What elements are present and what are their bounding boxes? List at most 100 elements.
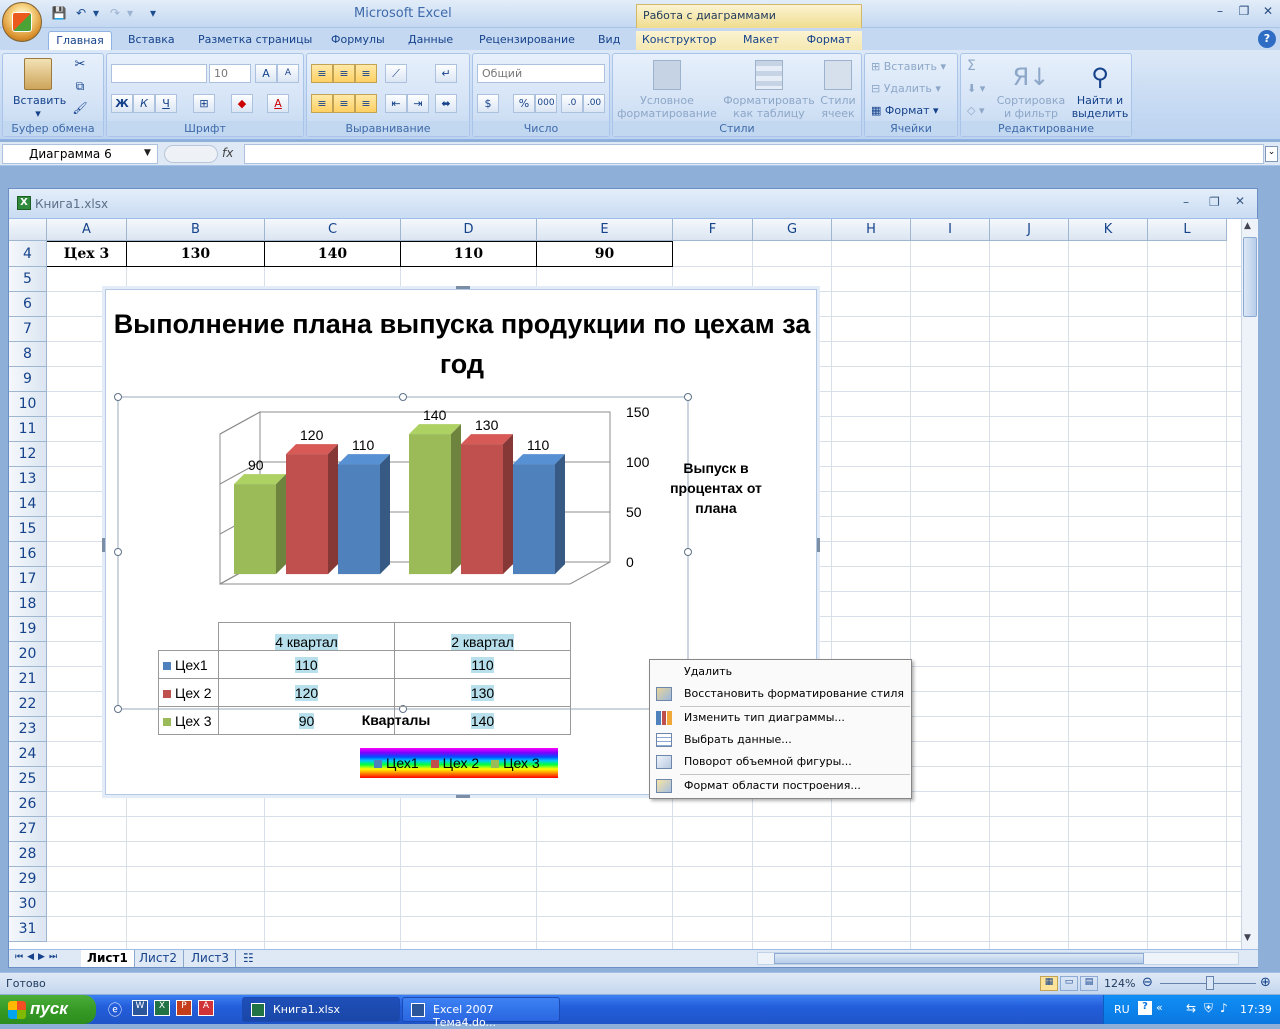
restore-icon[interactable]: ❐	[1232, 4, 1256, 20]
tab-insert[interactable]: Вставка	[122, 31, 181, 50]
column-header-h[interactable]: H	[832, 219, 911, 241]
network-icon[interactable]: ⇆	[1186, 1001, 1196, 1015]
underline-button[interactable]: Ч	[155, 94, 177, 113]
data-label[interactable]: 90	[248, 457, 264, 473]
expand-formula-icon[interactable]: ⌄	[1265, 146, 1278, 162]
chart-resize-left[interactable]	[102, 538, 105, 552]
y-tick-label[interactable]: 150	[626, 404, 650, 420]
y-tick-label[interactable]: 0	[626, 554, 634, 570]
vertical-scrollbar[interactable]: ▲ ▼	[1241, 219, 1258, 949]
paste-button[interactable]: Вставить ▾	[13, 58, 66, 120]
align-top-icon[interactable]: ≡	[311, 64, 333, 83]
row-header-31[interactable]: 31	[9, 917, 47, 942]
bar-side-2-1[interactable]	[451, 424, 461, 575]
row-header-9[interactable]: 9	[9, 367, 47, 392]
wb-restore-icon[interactable]: ❐	[1209, 195, 1220, 209]
sort-filter-button[interactable]: Я↓ Сортировка и фильтр	[995, 60, 1067, 120]
column-header-a[interactable]: A	[47, 219, 127, 241]
cell-a4[interactable]: Цех 3	[47, 241, 127, 267]
tab-layout[interactable]: Макет	[726, 31, 796, 50]
format-cells-button[interactable]: ▦ Формат ▾	[871, 104, 939, 117]
row-header-29[interactable]: 29	[9, 867, 47, 892]
y-tick-label[interactable]: 50	[626, 504, 642, 520]
menu-delete[interactable]: Удалить	[650, 661, 911, 683]
scroll-down-icon[interactable]: ▼	[1244, 933, 1251, 943]
select-all-corner[interactable]	[9, 219, 47, 241]
italic-button[interactable]: К	[133, 94, 155, 113]
sheet-tab-3[interactable]: Лист3	[185, 950, 237, 967]
row-header-5[interactable]: 5	[9, 267, 47, 292]
taskbar-item-book1[interactable]: Книга1.xlsx	[242, 997, 400, 1022]
decrease-decimal-icon[interactable]: .00	[583, 94, 605, 113]
cut-icon[interactable]: ✂	[71, 58, 89, 71]
redo-dropdown-icon[interactable]: ▾	[124, 5, 136, 21]
clear-icon[interactable]: ◇ ▾	[967, 104, 984, 117]
column-header-g[interactable]: G	[753, 219, 832, 241]
bold-button[interactable]: Ж	[111, 94, 133, 113]
bar-side-2-0[interactable]	[276, 474, 286, 575]
column-header-e[interactable]: E	[537, 219, 673, 241]
plot-area-handle[interactable]	[114, 705, 122, 713]
data-label[interactable]: 120	[300, 427, 324, 443]
plot-area-handle[interactable]	[684, 393, 692, 401]
tray-arrow-icon[interactable]: «	[1156, 1001, 1163, 1014]
taskbar-item-word-doc[interactable]: Excel 2007 Тема4.do...	[402, 997, 560, 1029]
worksheet-grid[interactable]: ABCDEFGHIJKL 4 5 6 7 8 9 10 11 12 13 14 15 16 17 18 19 2…	[9, 219, 1241, 949]
menu-change-chart-type[interactable]: Изменить тип диаграммы...	[650, 707, 911, 729]
normal-view-icon[interactable]: ▦	[1040, 976, 1058, 991]
undo-dropdown-icon[interactable]: ▾	[90, 5, 102, 21]
row-header-17[interactable]: 17	[9, 567, 47, 592]
column-header-j[interactable]: J	[990, 219, 1069, 241]
plot-area-handle[interactable]	[684, 548, 692, 556]
row-header-12[interactable]: 12	[9, 442, 47, 467]
conditional-format-button[interactable]: Условное форматирование	[617, 60, 717, 120]
language-indicator[interactable]: RU	[1114, 1003, 1130, 1016]
tab-review[interactable]: Рецензирование	[473, 31, 581, 50]
row-header-22[interactable]: 22	[9, 692, 47, 717]
bar-0-0[interactable]	[338, 464, 380, 575]
row-header-18[interactable]: 18	[9, 592, 47, 617]
sheet-tab-2[interactable]: Лист2	[133, 950, 185, 967]
row-header-30[interactable]: 30	[9, 892, 47, 917]
increase-decimal-icon[interactable]: .0	[561, 94, 583, 113]
orientation-icon[interactable]: ⟋	[385, 64, 407, 83]
data-label[interactable]: 130	[475, 417, 499, 433]
security-icon[interactable]: ⛨	[1204, 1001, 1213, 1016]
menu-select-data[interactable]: Выбрать данные...	[650, 729, 911, 751]
row-header-15[interactable]: 15	[9, 517, 47, 542]
column-header-k[interactable]: K	[1069, 219, 1148, 241]
chart-data-table[interactable]: 4 квартал 2 квартал Цех1 110 110 Цех 2 120 130 Ц…	[158, 622, 571, 735]
save-icon[interactable]: 💾	[50, 5, 68, 21]
hscroll-thumb[interactable]	[774, 953, 1144, 964]
name-box-dropdown-icon[interactable]: ▼	[144, 148, 151, 158]
row-header-26[interactable]: 26	[9, 792, 47, 817]
column-header-b[interactable]: B	[127, 219, 265, 241]
cell-e4[interactable]: 90	[537, 241, 673, 267]
align-left-icon[interactable]: ≡	[311, 94, 333, 113]
row-header-7[interactable]: 7	[9, 317, 47, 342]
bar-0-1[interactable]	[513, 464, 555, 575]
zoom-in-icon[interactable]: ⊕	[1260, 975, 1271, 990]
row-header-27[interactable]: 27	[9, 817, 47, 842]
row-header-16[interactable]: 16	[9, 542, 47, 567]
column-header-d[interactable]: D	[401, 219, 537, 241]
row-header-10[interactable]: 10	[9, 392, 47, 417]
legend-entry-2[interactable]: Цех 3	[491, 755, 540, 771]
insert-sheet-icon[interactable]: ☷	[237, 950, 260, 967]
row-header-23[interactable]: 23	[9, 717, 47, 742]
font-color-icon[interactable]: A	[267, 94, 289, 113]
plot-area-handle[interactable]	[114, 393, 122, 401]
shrink-font-icon[interactable]: A	[277, 64, 299, 83]
menu-3d-rotation[interactable]: Поворот объемной фигуры...	[650, 751, 911, 773]
row-header-8[interactable]: 8	[9, 342, 47, 367]
bar-2-0[interactable]	[234, 484, 276, 575]
plot-area-handle[interactable]	[114, 548, 122, 556]
chart-legend[interactable]: Цех1 Цех 2 Цех 3	[360, 748, 558, 778]
row-header-28[interactable]: 28	[9, 842, 47, 867]
ie-icon[interactable]: ⓔ	[108, 1000, 122, 1020]
tab-home[interactable]: Главная	[48, 31, 112, 50]
column-header-f[interactable]: F	[673, 219, 753, 241]
name-box[interactable]: Диаграмма 6	[2, 144, 158, 164]
align-middle-icon[interactable]: ≡	[333, 64, 355, 83]
format-as-table-button[interactable]: Форматировать как таблицу	[723, 60, 815, 120]
